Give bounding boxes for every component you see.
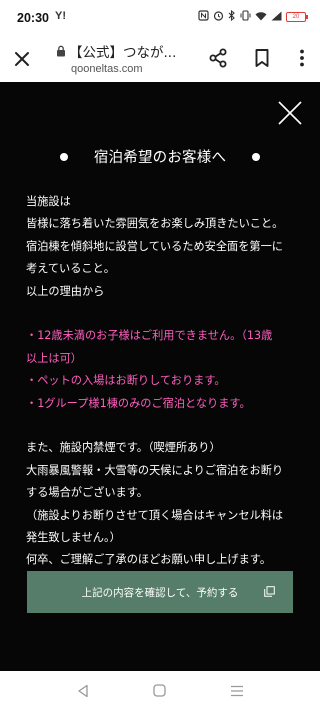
nav-home-icon[interactable] [153,684,166,697]
external-link-icon [264,586,275,597]
signal-icon [271,11,282,24]
bullet-dot-left [59,152,68,161]
status-bar: 20:30 Y! 20 [0,0,320,36]
share-icon [209,48,227,68]
status-icons: 20 [198,9,308,24]
status-time: 20:30 [17,11,49,25]
modal-close-button[interactable] [275,98,305,128]
nav-recents-icon[interactable] [230,684,244,698]
reserve-button[interactable]: 上記の内容を確認して、予約する [27,571,293,613]
modal-heading: 宿泊希望のお客様へ [0,146,320,167]
heading-text: 宿泊希望のお客様へ [93,150,227,166]
nfc-icon [198,10,209,24]
system-nav-bar [0,671,320,711]
note-line: 大雨暴風警報・大雪等の天候によりご宿泊をお断り [26,463,284,477]
carrier-icon: Y! [55,10,66,22]
note-line: 何卒、ご理解ご了承のほどお願い申し上げます。 [26,553,272,567]
note-line: する場合がございます。 [26,486,148,500]
note-line: また、施設内禁煙です。（喫煙所あり） [26,441,221,455]
note-line: （施設よりお断りさせて頂く場合はキャンセル料は [26,508,284,522]
body-line: 皆様に落ち着いた雰囲気をお楽しみ頂きたいこと。 [26,217,284,231]
page-title: 【公式】つなが... [69,45,177,61]
close-icon [15,52,29,66]
body-line: 考えていること。 [26,262,115,276]
rule-line: ・12歳未満のお子様はご利用できません。（13歳 [26,329,273,343]
battery-icon: 20 [286,12,308,22]
more-vert-icon [300,49,304,67]
notice-body: 当施設は 皆様に落ち着いた雰囲気をお楽しみ頂きたいこと。 宿泊棟を傾斜地に設営し… [26,191,306,572]
bullet-dot-right [252,152,261,161]
note-line: 発生致しません。） [26,531,121,545]
close-icon [278,101,302,125]
url-text: qooneltas.com [71,63,143,75]
close-tab-button[interactable] [11,48,33,70]
bluetooth-icon [228,9,236,24]
bookmark-button[interactable] [251,47,273,69]
reserve-button-label: 上記の内容を確認して、予約する [81,586,239,599]
rule-line: ・1グループ様1棟のみのご宿泊となります。 [26,396,251,410]
rule-line: 以上は可） [26,351,82,365]
nav-back-icon[interactable] [76,684,90,698]
share-button[interactable] [207,47,229,69]
vibrate-icon [240,10,251,24]
more-menu-button[interactable] [291,47,313,69]
body-line: 当施設は [26,195,71,208]
rule-line: ・ペットの入場はお断りしております。 [26,374,226,388]
bookmark-icon [255,49,269,67]
notice-modal: 宿泊希望のお客様へ 当施設は 皆様に落ち着いた雰囲気をお楽しみ頂きたいこと。 宿… [0,82,320,671]
alarm-icon [213,10,224,24]
body-line: 以上の理由から [26,284,105,298]
browser-toolbar: 【公式】つなが... qooneltas.com [0,36,320,82]
lock-icon [57,45,65,57]
wifi-icon [255,11,267,24]
body-line: 宿泊棟を傾斜地に設営しているため安全面を第一に [26,239,283,253]
url-block[interactable]: 【公式】つなが... qooneltas.com [56,41,206,75]
